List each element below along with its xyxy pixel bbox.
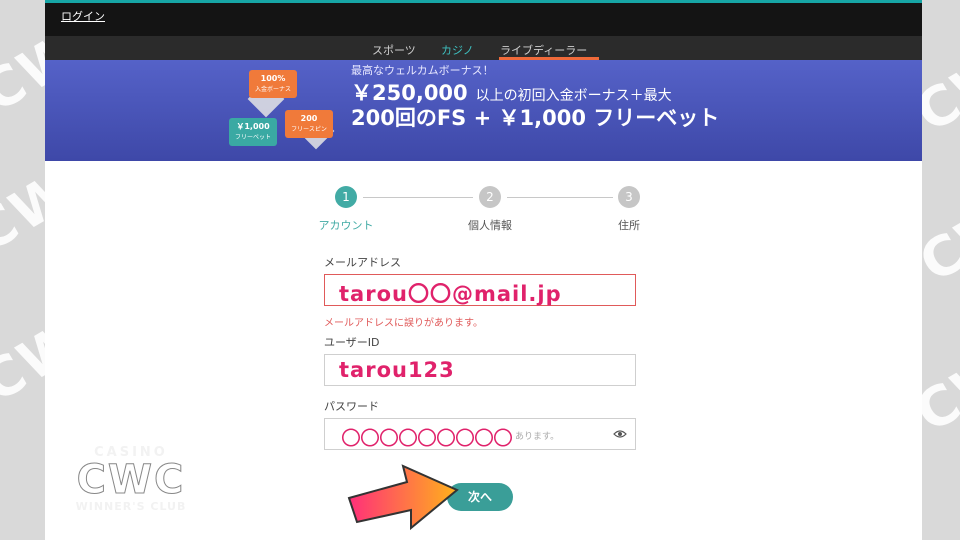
logo-club-text: WINNER'S CLUB	[75, 500, 187, 513]
step-3-label: 住所	[618, 219, 640, 232]
freebet-tag: ￥1,000 フリーベット	[229, 118, 277, 146]
banner-headline: ￥250,000 以上の初回入金ボーナス＋最大	[351, 77, 672, 107]
password-field[interactable]: あります。 〇〇〇〇〇〇〇〇〇	[324, 418, 636, 450]
password-masked-value: 〇〇〇〇〇〇〇〇〇	[341, 426, 513, 450]
nav-item-live-dealer[interactable]: ライブディーラー	[500, 42, 587, 58]
logo-cwc-text: CWC	[76, 457, 186, 503]
step-connector	[507, 197, 613, 198]
banner-amount: ￥250,000	[351, 81, 468, 105]
nav-item-casino[interactable]: カジノ	[441, 42, 474, 58]
login-link[interactable]: ログイン	[61, 8, 105, 24]
deposit-bonus-pct: 100%	[260, 74, 286, 83]
top-bar: ログイン	[45, 0, 922, 36]
bonus-graphic: 100% 入金ボーナス ￥1,000 フリーベット 200 フリースピン	[225, 66, 335, 158]
userid-value: tarou123	[339, 358, 455, 382]
step-connector	[363, 197, 473, 198]
show-password-eye-icon[interactable]	[613, 429, 627, 439]
watermark-strip-left: CW CW CW	[0, 0, 45, 540]
banner-line2: 200回のFS + ￥1,000 フリーベット	[351, 106, 720, 130]
email-field[interactable]: tarou〇〇@mail.jp	[324, 274, 636, 306]
deposit-bonus-label: 入金ボーナス	[254, 86, 291, 93]
password-placeholder-tail: あります。	[515, 432, 560, 442]
nav-item-sports[interactable]: スポーツ	[372, 42, 416, 58]
cwc-logo: CASINO CWC WINNER'S CLUB	[66, 445, 196, 521]
free-spins-label: フリースピン	[291, 126, 327, 133]
freebet-label: フリーベット	[234, 134, 271, 141]
step-2-circle: 2	[479, 186, 501, 208]
banner-line1-text: 以上の初回入金ボーナス＋最大	[475, 88, 672, 104]
deposit-bonus-tag: 100% 入金ボーナス	[249, 70, 297, 98]
banner-subtitle: 最高なウェルカムボーナス！	[351, 64, 494, 77]
step-2-label: 個人情報	[468, 219, 512, 232]
email-error-message: メールアドレスに誤りがあります。	[324, 318, 483, 329]
email-value: tarou〇〇@mail.jp	[339, 282, 562, 306]
step-1-circle: 1	[335, 186, 357, 208]
step-3-circle: 3	[618, 186, 640, 208]
watermark-strip-right: CW CW CW	[922, 0, 960, 540]
free-spins-count: 200	[300, 114, 318, 123]
password-label: パスワード	[324, 400, 379, 413]
freebet-amount: ￥1,000	[236, 122, 270, 131]
free-spins-tag: 200 フリースピン	[285, 110, 333, 138]
userid-label: ユーザーID	[324, 336, 380, 349]
registration-stepper: 1 2 3 アカウント 個人情報 住所	[309, 186, 649, 236]
email-label: メールアドレス	[324, 256, 401, 269]
step-1-label: アカウント	[318, 219, 374, 232]
welcome-bonus-banner[interactable]: 100% 入金ボーナス ￥1,000 フリーベット 200 フリースピン 最高な…	[45, 60, 922, 161]
category-nav: スポーツ カジノ ライブディーラー	[45, 36, 922, 60]
userid-field[interactable]: tarou123	[324, 354, 636, 386]
pointer-arrow-icon	[347, 464, 459, 531]
